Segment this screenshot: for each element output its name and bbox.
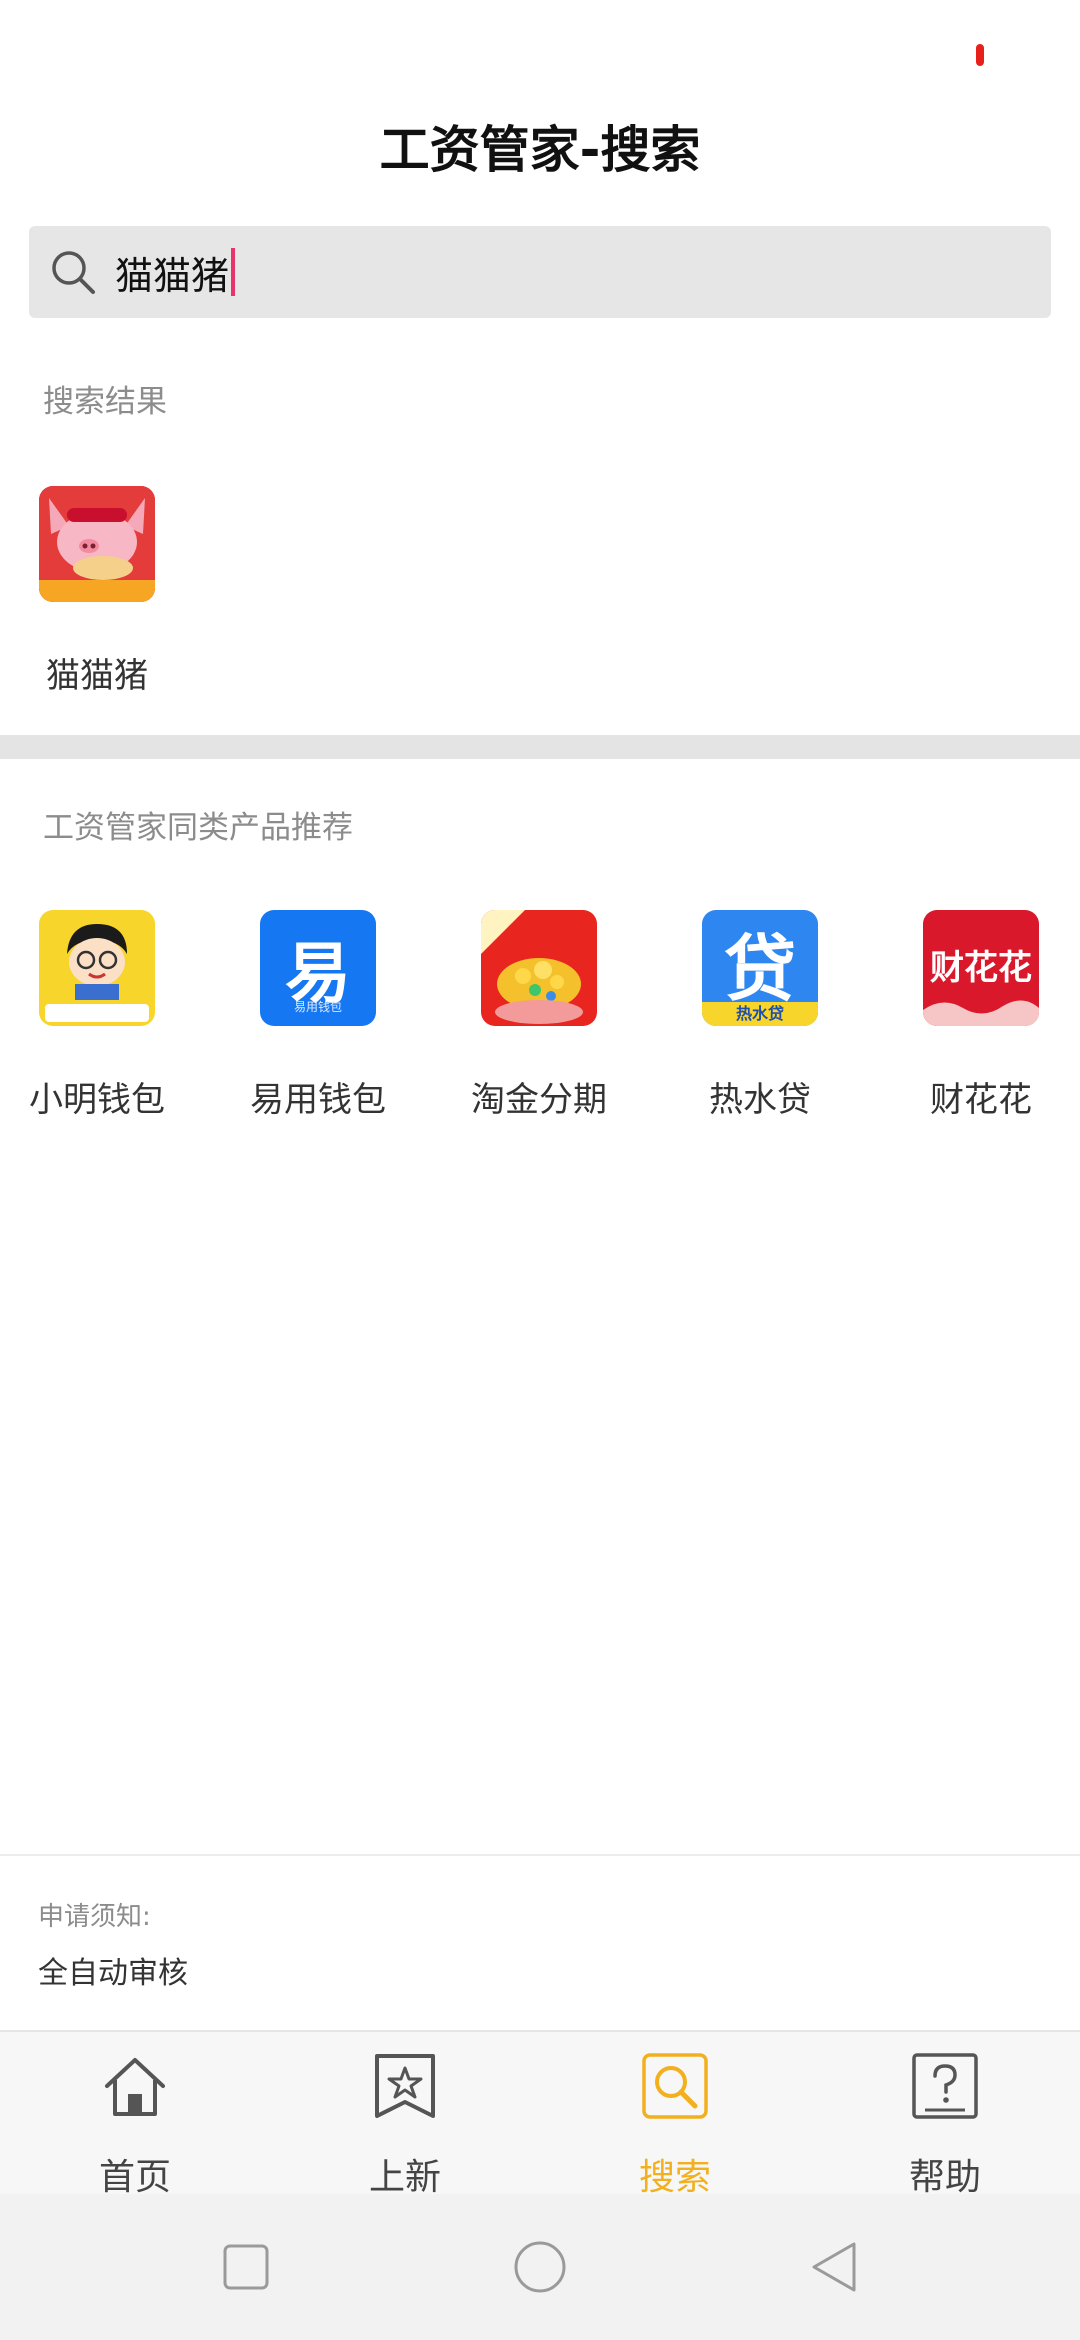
page-title: 工资管家-搜索 bbox=[379, 121, 701, 179]
tab-help[interactable]: 帮助 bbox=[810, 2032, 1080, 2198]
xiaoming-wallet-app-icon bbox=[39, 910, 155, 1026]
home-icon bbox=[105, 2058, 165, 2116]
tab-new[interactable]: 上新 bbox=[270, 2032, 540, 2198]
home-button-icon[interactable] bbox=[513, 2240, 567, 2294]
search-icon bbox=[52, 251, 95, 294]
tab-label: 首页 bbox=[98, 2157, 171, 2198]
recommend-item[interactable]: 财花花 财花花 bbox=[901, 910, 1061, 1121]
reshui-loan-app-icon: 贷 热水贷 bbox=[702, 910, 818, 1026]
bottom-tab-bar: 首页 上新 搜索 帮助 bbox=[0, 2030, 1080, 2198]
notice-value: 全自动审核 bbox=[38, 1956, 188, 1991]
search-input-value: 猫猫猪 bbox=[115, 253, 230, 298]
search-icon bbox=[642, 2053, 708, 2119]
search-result-item[interactable]: 猫猫猪 bbox=[17, 486, 177, 697]
recommend-item[interactable]: 贷 热水贷 热水贷 bbox=[680, 910, 840, 1121]
tab-label: 上新 bbox=[368, 2157, 441, 2198]
bookmark-star-icon bbox=[375, 2054, 435, 2118]
help-icon bbox=[912, 2053, 978, 2119]
recent-apps-icon[interactable] bbox=[219, 2240, 273, 2294]
app-icon-glyph: 财花花 bbox=[930, 948, 1032, 988]
tab-label: 帮助 bbox=[908, 2157, 981, 2198]
text-caret bbox=[231, 248, 236, 296]
status-indicator bbox=[976, 44, 984, 66]
cat-pig-app-icon bbox=[39, 486, 155, 602]
tab-search[interactable]: 搜索 bbox=[540, 2032, 810, 2198]
search-box[interactable]: 猫猫猪 bbox=[29, 226, 1051, 318]
app-name: 猫猫猪 bbox=[46, 656, 148, 696]
app-name: 易用钱包 bbox=[250, 1080, 386, 1120]
section-divider bbox=[0, 735, 1080, 759]
notice-label: 申请须知: bbox=[38, 1902, 151, 1932]
caihuahua-app-icon: 财花花 bbox=[923, 910, 1039, 1026]
app-icon-caption: 热水贷 bbox=[702, 1002, 818, 1026]
taojin-installment-app-icon bbox=[481, 910, 597, 1026]
search-input[interactable]: 猫猫猪 bbox=[115, 226, 1015, 318]
back-icon[interactable] bbox=[808, 2240, 862, 2294]
app-name: 淘金分期 bbox=[471, 1080, 607, 1120]
status-bar bbox=[0, 0, 1080, 110]
yiyong-wallet-app-icon: 易 易用钱包 bbox=[260, 910, 376, 1026]
tab-home[interactable]: 首页 bbox=[0, 2032, 270, 2198]
search-page: 工资管家-搜索 猫猫猪 搜索结果 猫猫猪 工资管家同类产品推荐 小明钱包 易 易… bbox=[0, 0, 1080, 2340]
notice-divider bbox=[0, 1854, 1080, 1856]
system-navigation-bar bbox=[0, 2194, 1080, 2340]
app-name: 热水贷 bbox=[709, 1080, 811, 1120]
recommend-item[interactable]: 小明钱包 bbox=[17, 910, 177, 1121]
app-icon-glyph: 贷 bbox=[723, 927, 796, 1011]
app-name: 小明钱包 bbox=[29, 1080, 165, 1120]
recommend-label: 工资管家同类产品推荐 bbox=[43, 810, 353, 846]
app-name: 财花花 bbox=[930, 1080, 1032, 1120]
tab-label: 搜索 bbox=[638, 2157, 711, 2198]
search-results-label: 搜索结果 bbox=[43, 384, 167, 420]
recommend-item[interactable]: 淘金分期 bbox=[459, 910, 619, 1121]
recommend-item[interactable]: 易 易用钱包 易用钱包 bbox=[238, 910, 398, 1121]
app-icon-caption: 易用钱包 bbox=[293, 1000, 342, 1014]
